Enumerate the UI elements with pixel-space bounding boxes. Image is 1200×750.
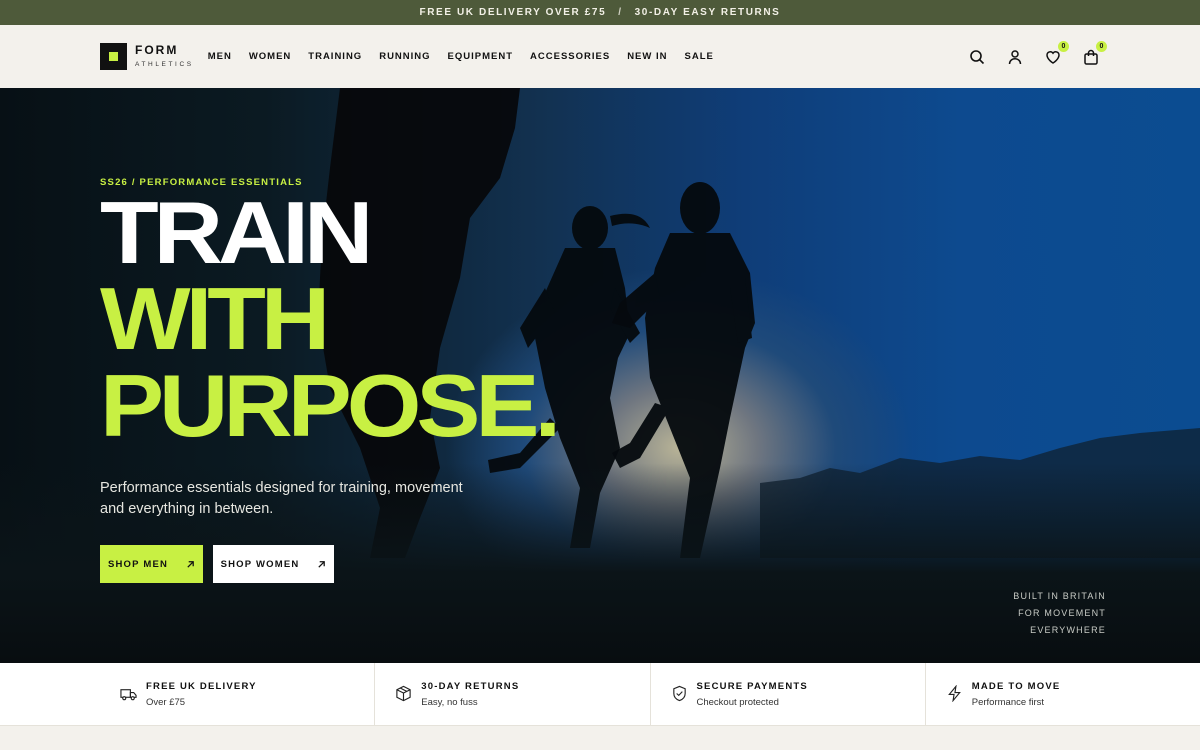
- search-icon[interactable]: [968, 48, 986, 66]
- user-icon[interactable]: [1006, 48, 1024, 66]
- feature-title: SECURE PAYMENTS: [696, 680, 808, 692]
- truck-icon: [120, 689, 137, 701]
- site-header: FORM ATHLETICS MEN WOMEN TRAINING RUNNIN…: [0, 25, 1200, 88]
- shop-men-button[interactable]: SHOP MEN: [100, 545, 203, 583]
- hero-headline: TRAIN WITH PURPOSE.: [100, 183, 561, 456]
- shield-icon: [672, 685, 686, 702]
- shop-women-button[interactable]: SHOP WOMEN: [213, 545, 334, 583]
- announcement-returns: 30-DAY EASY RETURNS: [634, 7, 781, 18]
- tagline-line-3: EVERYWHERE: [1030, 625, 1106, 635]
- nav-running[interactable]: RUNNING: [379, 51, 430, 62]
- feature-sub: Performance first: [971, 696, 1045, 708]
- feature-delivery: FREE UK DELIVERY Over £75: [0, 663, 376, 725]
- arrow-up-right-icon: [318, 560, 326, 568]
- feature-title: MADE TO MOVE: [971, 680, 1061, 692]
- arrow-up-right-icon: [187, 560, 194, 568]
- feature-title: FREE UK DELIVERY: [146, 680, 257, 692]
- feature-sub: Easy, no fuss: [421, 696, 478, 708]
- shop-women-label: SHOP WOMEN: [220, 558, 300, 570]
- tagline-line-2: FOR MOVEMENT: [1018, 608, 1106, 618]
- main-nav: MEN WOMEN TRAINING RUNNING EQUIPMENT ACC…: [208, 51, 714, 62]
- hero-subtext: Performance essentials designed for trai…: [100, 480, 463, 517]
- feature-made-to-move: MADE TO MOVE Performance first: [926, 663, 1200, 725]
- feature-sub: Checkout protected: [696, 696, 779, 708]
- feature-payments: SECURE PAYMENTS Checkout protected: [651, 663, 926, 725]
- box-icon: [396, 685, 411, 702]
- headline-line-1: TRAIN: [100, 183, 373, 283]
- nav-sale[interactable]: SALE: [685, 51, 714, 62]
- logo-mark-icon: [100, 43, 127, 70]
- brand-logo[interactable]: FORM ATHLETICS: [100, 43, 194, 70]
- nav-accessories[interactable]: ACCESSORIES: [530, 51, 610, 62]
- nav-training[interactable]: TRAINING: [308, 51, 362, 62]
- brand-sub: ATHLETICS: [135, 61, 194, 69]
- hero-tagline: BUILT IN BRITAIN FOR MOVEMENT EVERYWHERE: [1013, 588, 1106, 639]
- nav-new-in[interactable]: NEW IN: [627, 51, 667, 62]
- bolt-icon: [947, 685, 961, 702]
- wishlist-count-badge: 0: [1058, 40, 1069, 52]
- nav-women[interactable]: WOMEN: [249, 51, 291, 62]
- feature-sub: Over £75: [146, 696, 186, 708]
- tagline-line-1: BUILT IN BRITAIN: [1013, 591, 1106, 601]
- feature-title: 30-DAY RETURNS: [421, 680, 520, 692]
- brand-name: FORM: [135, 43, 179, 58]
- nav-men[interactable]: MEN: [208, 51, 232, 62]
- bag-icon[interactable]: 0: [1082, 40, 1107, 66]
- headline-line-2: WITH: [100, 270, 330, 369]
- hero-banner: SS26 / PERFORMANCE ESSENTIALS TRAIN WITH…: [0, 88, 1200, 663]
- header-icons: 0 0: [968, 25, 1107, 88]
- nav-equipment[interactable]: EQUIPMENT: [448, 51, 513, 62]
- announcement-bar: FREE UK DELIVERY OVER £75 / 30-DAY EASY …: [0, 0, 1200, 25]
- features-strip: FREE UK DELIVERY Over £75 30-DAY RETURNS…: [0, 663, 1200, 726]
- heart-icon[interactable]: 0: [1044, 40, 1069, 66]
- announcement-delivery: FREE UK DELIVERY OVER £75: [419, 7, 607, 18]
- page-bottom-band: [0, 727, 1200, 750]
- feature-returns: 30-DAY RETURNS Easy, no fuss: [375, 663, 651, 725]
- shop-men-label: SHOP MEN: [107, 558, 169, 570]
- cart-count-badge: 0: [1096, 40, 1107, 52]
- announcement-separator: /: [618, 7, 623, 18]
- headline-line-3: PURPOSE.: [100, 356, 561, 456]
